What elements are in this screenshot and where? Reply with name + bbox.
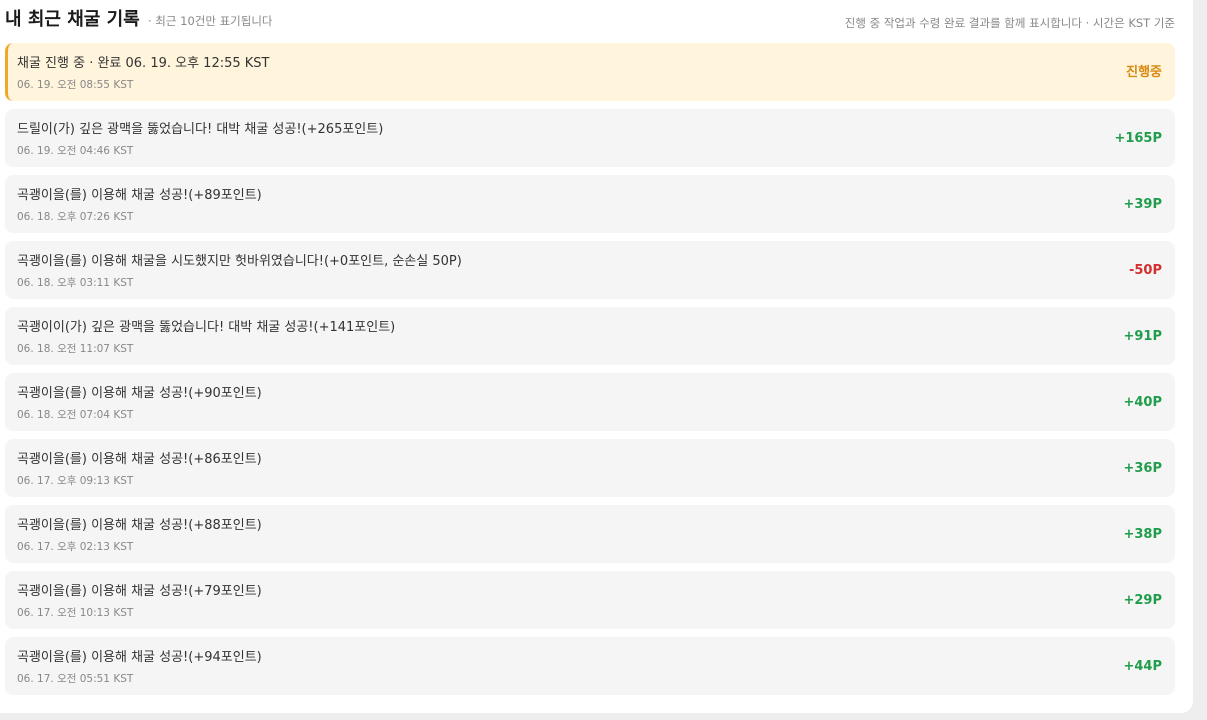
record-time: 06. 19. 오전 08:55 KST	[17, 79, 134, 91]
list-item: 채굴 진행 중 · 완료 06. 19. 오후 12:55 KST 06. 19…	[5, 43, 1175, 101]
list-item: 곡괭이을(를) 이용해 채굴 성공!(+88포인트) 06. 17. 오후 02…	[5, 505, 1175, 563]
record-time: 06. 17. 오후 02:13 KST	[17, 541, 134, 553]
record-time: 06. 17. 오후 09:13 KST	[17, 475, 134, 487]
record-time: 06. 18. 오후 03:11 KST	[17, 277, 134, 289]
record-result: +40P	[1123, 395, 1162, 410]
record-result: +91P	[1123, 329, 1162, 344]
mining-history-panel: 내 최근 채굴 기록 · 최근 10건만 표기됩니다 진행 중 작업과 수령 완…	[0, 0, 1193, 713]
record-message: 곡괭이을(를) 이용해 채굴 성공!(+90포인트)	[17, 386, 262, 401]
record-time: 06. 17. 오전 05:51 KST	[17, 673, 134, 685]
record-message: 곡괭이을(를) 이용해 채굴 성공!(+94포인트)	[17, 650, 262, 665]
record-time: 06. 19. 오전 04:46 KST	[17, 145, 134, 157]
record-result: +44P	[1123, 659, 1162, 674]
record-message: 곡괭이을(를) 이용해 채굴 성공!(+86포인트)	[17, 452, 262, 467]
panel-header: 내 최근 채굴 기록 · 최근 10건만 표기됩니다 진행 중 작업과 수령 완…	[5, 8, 1175, 34]
page-title: 내 최근 채굴 기록	[5, 9, 140, 30]
record-result: +29P	[1123, 593, 1162, 608]
list-item: 곡괭이을(를) 이용해 채굴을 시도했지만 헛바위였습니다!(+0포인트, 순손…	[5, 241, 1175, 299]
record-message: 곡괭이을(를) 이용해 채굴 성공!(+79포인트)	[17, 584, 262, 599]
list-item: 곡괭이을(를) 이용해 채굴 성공!(+86포인트) 06. 17. 오후 09…	[5, 439, 1175, 497]
list-item: 곡괭이을(를) 이용해 채굴 성공!(+90포인트) 06. 18. 오전 07…	[5, 373, 1175, 431]
record-time: 06. 17. 오전 10:13 KST	[17, 607, 134, 619]
record-result: +36P	[1123, 461, 1162, 476]
record-time: 06. 18. 오전 07:04 KST	[17, 409, 134, 421]
list-item: 곡괭이이(가) 깊은 광맥을 뚫었습니다! 대박 채굴 성공!(+141포인트)…	[5, 307, 1175, 365]
record-result: -50P	[1128, 263, 1162, 278]
record-message: 곡괭이을(를) 이용해 채굴을 시도했지만 헛바위였습니다!(+0포인트, 순손…	[17, 254, 462, 269]
list-item: 곡괭이을(를) 이용해 채굴 성공!(+89포인트) 06. 18. 오후 07…	[5, 175, 1175, 233]
record-result: +39P	[1123, 197, 1162, 212]
record-result: 진행중	[1126, 65, 1162, 80]
record-message: 곡괭이을(를) 이용해 채굴 성공!(+88포인트)	[17, 518, 262, 533]
record-time: 06. 18. 오후 07:26 KST	[17, 211, 134, 223]
record-message: 드릴이(가) 깊은 광맥을 뚫었습니다! 대박 채굴 성공!(+265포인트)	[17, 122, 384, 137]
page-subtitle: · 최근 10건만 표기됩니다	[148, 14, 273, 28]
mining-record-list: 채굴 진행 중 · 완료 06. 19. 오후 12:55 KST 06. 19…	[5, 43, 1175, 703]
record-message: 채굴 진행 중 · 완료 06. 19. 오후 12:55 KST	[17, 56, 270, 71]
list-item: 드릴이(가) 깊은 광맥을 뚫었습니다! 대박 채굴 성공!(+265포인트) …	[5, 109, 1175, 167]
record-message: 곡괭이이(가) 깊은 광맥을 뚫었습니다! 대박 채굴 성공!(+141포인트)	[17, 320, 396, 335]
list-item: 곡괭이을(를) 이용해 채굴 성공!(+79포인트) 06. 17. 오전 10…	[5, 571, 1175, 629]
record-result: +38P	[1123, 527, 1162, 542]
list-item: 곡괭이을(를) 이용해 채굴 성공!(+94포인트) 06. 17. 오전 05…	[5, 637, 1175, 695]
record-result: +165P	[1114, 131, 1162, 146]
info-text: 진행 중 작업과 수령 완료 결과를 함께 표시합니다 · 시간은 KST 기준	[844, 16, 1175, 30]
record-message: 곡괭이을(를) 이용해 채굴 성공!(+89포인트)	[17, 188, 262, 203]
record-time: 06. 18. 오전 11:07 KST	[17, 343, 134, 355]
